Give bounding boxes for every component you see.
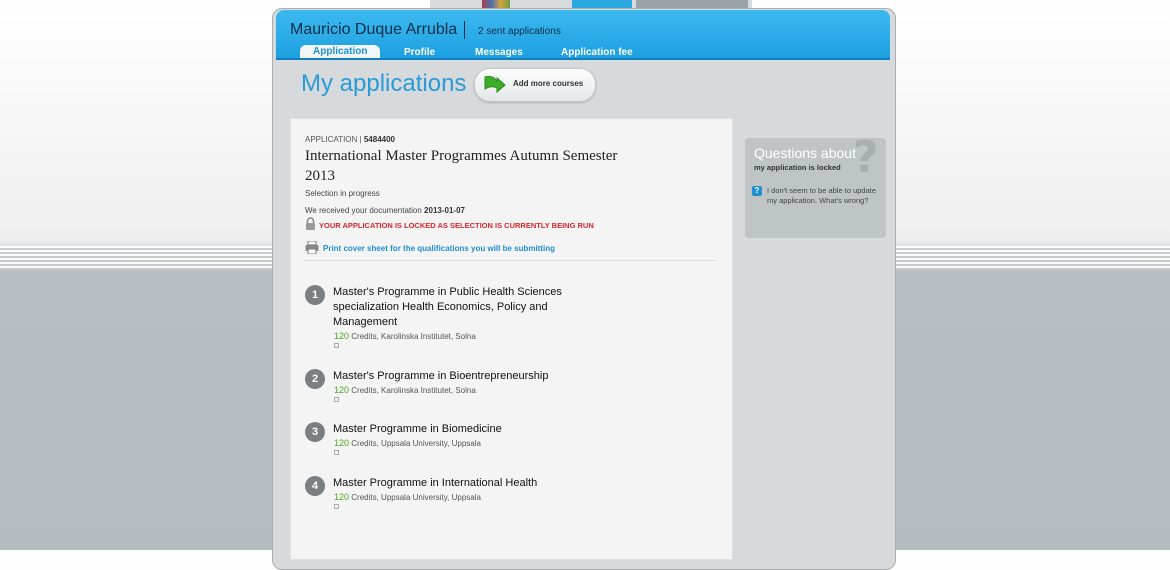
course-marker — [334, 450, 339, 455]
course-meta: 120 Credits, Karolinska Institutet, Soln… — [334, 331, 476, 341]
locked-message: YOUR APPLICATION IS LOCKED AS SELECTION … — [319, 221, 594, 230]
course-marker — [334, 397, 339, 402]
questions-title: Questions about — [754, 145, 856, 161]
application-panel: APPLICATION | 5484400 International Mast… — [290, 118, 733, 560]
course-number: 3 — [305, 422, 325, 442]
download-arrow-icon — [484, 76, 506, 94]
application-label: APPLICATION | — [305, 135, 362, 144]
tab-application-fee[interactable]: Application fee — [561, 47, 633, 58]
tab-profile[interactable]: Profile — [404, 47, 435, 58]
question-mark-icon: ? — [853, 138, 879, 183]
course-marker — [334, 504, 339, 509]
page-title: My applications — [301, 70, 467, 97]
course-name[interactable]: Master Programme in International Health — [333, 476, 583, 491]
questions-box: ? Questions about my application is lock… — [745, 138, 886, 238]
course-number: 2 — [305, 369, 325, 389]
course-credits: 120 — [334, 385, 350, 395]
printer-icon — [305, 241, 319, 254]
course-name[interactable]: Master's Programme in Bioentrepreneurshi… — [333, 369, 583, 384]
application-id: 5484400 — [363, 135, 395, 144]
course-info: Credits, Uppsala University, Uppsala — [351, 493, 481, 502]
received-text: We received your documentation — [305, 206, 422, 215]
sent-applications-link[interactable]: 2 sent applications — [478, 26, 561, 37]
course-name[interactable]: Master's Programme in Public Health Scie… — [333, 285, 583, 330]
add-more-courses-label: Add more courses — [513, 79, 584, 88]
course-number: 4 — [305, 476, 325, 496]
print-cover-sheet-link[interactable]: Print cover sheet for the qualifications… — [323, 244, 555, 253]
user-name: Mauricio Duque Arrubla — [290, 21, 458, 38]
course-meta: 120 Credits, Karolinska Institutet, Soln… — [334, 385, 476, 395]
course-credits: 120 — [334, 492, 350, 502]
application-title: International Master Programmes Autumn S… — [305, 148, 618, 184]
received-date: 2013-01-07 — [424, 206, 465, 215]
questions-subtitle: my application is locked — [754, 163, 841, 172]
divider — [305, 260, 715, 261]
tab-application[interactable]: Application — [300, 45, 381, 58]
lock-icon — [306, 217, 315, 230]
course-info: Credits, Karolinska Institutet, Solna — [351, 386, 476, 395]
tab-messages[interactable]: Messages — [475, 47, 523, 58]
header-separator — [464, 21, 465, 39]
application-number: APPLICATION | 5484400 — [305, 135, 395, 144]
course-name[interactable]: Master Programme in Biomedicine — [333, 422, 583, 437]
application-status: Selection in progress — [305, 189, 380, 198]
header-underline — [276, 58, 890, 60]
course-info: Credits, Karolinska Institutet, Solna — [351, 332, 476, 341]
header-bar: Mauricio Duque Arrubla 2 sent applicatio… — [276, 10, 890, 60]
course-credits: 120 — [334, 438, 350, 448]
add-more-courses-button[interactable]: Add more courses — [474, 68, 596, 102]
faq-link[interactable]: I don't seem to be able to update my app… — [767, 186, 879, 206]
course-marker — [334, 343, 339, 348]
course-credits: 120 — [334, 331, 350, 341]
received-documentation: We received your documentation 2013-01-0… — [305, 206, 465, 215]
course-info: Credits, Uppsala University, Uppsala — [351, 439, 481, 448]
course-meta: 120 Credits, Uppsala University, Uppsala — [334, 492, 481, 502]
course-number: 1 — [305, 285, 325, 305]
course-meta: 120 Credits, Uppsala University, Uppsala — [334, 438, 481, 448]
help-icon: ? — [752, 186, 762, 196]
